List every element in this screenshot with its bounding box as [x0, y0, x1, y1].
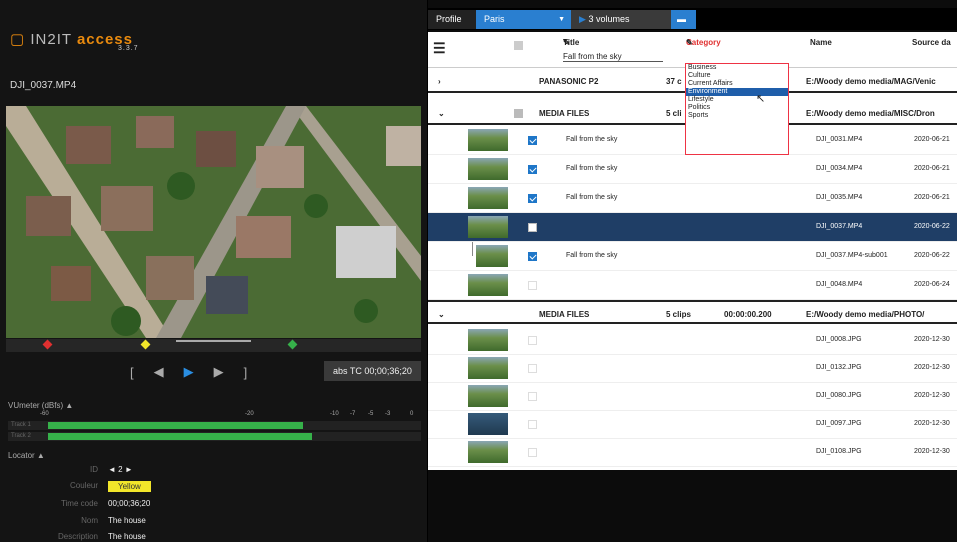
locator-id-row: ID ◄ 2 ►	[90, 465, 133, 474]
category-option[interactable]: Current Affairs	[686, 80, 788, 88]
category-option[interactable]: Business	[686, 64, 788, 72]
group-checkbox[interactable]	[514, 109, 523, 118]
mark-in-button[interactable]: [	[130, 365, 134, 380]
profile-toolbar: Profile Paris ▼ ▶ 3 volumes ▬	[428, 8, 957, 30]
table-row[interactable]: DJI_0080.JPG 2020-12-30	[428, 382, 957, 411]
chevron-down-icon: ▼	[558, 16, 565, 23]
play-button[interactable]: ▶	[184, 364, 194, 380]
video-frame	[6, 106, 421, 338]
locator-timecode-field[interactable]: 00;00;36;20	[108, 499, 150, 508]
locator-description-row: Description The house	[57, 532, 146, 541]
app-logo: ▢ IN2IT access 3.3.7	[10, 31, 139, 52]
table-row[interactable]: DJI_0132.JPG 2020-12-30	[428, 354, 957, 383]
chevron-down-icon[interactable]: ⌄	[438, 109, 445, 118]
menu-icon[interactable]: ☰	[433, 40, 446, 57]
photo-thumbnail	[468, 413, 508, 435]
player-panel: ▢ IN2IT access 3.3.7 DJI_0037.MP4 [◀ ▶ …	[0, 0, 428, 542]
row-checkbox[interactable]	[528, 448, 537, 457]
playhead-range	[176, 340, 251, 342]
category-option-highlighted[interactable]: Environment	[686, 88, 788, 96]
photo-thumbnail	[468, 385, 508, 407]
vumeter-level-bar	[48, 422, 303, 429]
category-option[interactable]: Sports	[686, 112, 788, 120]
clip-thumbnail	[468, 158, 508, 180]
profile-select[interactable]: Paris ▼	[476, 10, 571, 29]
folder-icon[interactable]: ▬	[671, 10, 696, 29]
group-row-photo[interactable]: ⌄ MEDIA FILES 5 clips 00:00:00.200 E:/Wo…	[428, 300, 957, 324]
timecode-display: abs TC 00;00;36;20	[324, 361, 421, 381]
locator-name-field[interactable]: The house	[108, 516, 146, 525]
locator-marker-green[interactable]	[287, 339, 298, 350]
locator-marker-red[interactable]	[42, 339, 53, 350]
category-option[interactable]: Culture	[686, 72, 788, 80]
table-row[interactable]: DJI_0048.MP4 2020-06-24	[428, 271, 957, 300]
prev-frame-button[interactable]: ◀	[154, 364, 164, 380]
table-row[interactable]: DJI_0008.JPG 2020-12-30	[428, 326, 957, 355]
vumeter-title[interactable]: VUmeter (dBfs) ▲	[8, 401, 73, 410]
locator-name-row: Nom The house	[81, 516, 146, 525]
pencil-icon: ✎	[686, 38, 693, 47]
table-row[interactable]: Fall from the sky DJI_0034.MP4 2020-06-2…	[428, 155, 957, 184]
mark-out-button[interactable]: ]	[244, 365, 248, 380]
clip-thumbnail	[476, 245, 508, 267]
column-source-date[interactable]: Source da	[912, 38, 951, 47]
table-row[interactable]: DJI_0108.JPG 2020-12-30	[428, 438, 957, 467]
vumeter-track-2: Track 2	[8, 432, 421, 441]
row-checkbox[interactable]	[528, 336, 537, 345]
table-row-selected[interactable]: DJI_0037.MP4 2020-06-22	[428, 213, 957, 242]
locator-title[interactable]: Locator ▲	[8, 451, 45, 460]
row-checkbox[interactable]	[528, 392, 537, 401]
photo-thumbnail	[468, 329, 508, 351]
pencil-icon: ✎	[563, 38, 570, 47]
photo-thumbnail	[468, 441, 508, 463]
row-checkbox[interactable]	[528, 420, 537, 429]
row-checkbox[interactable]	[528, 165, 537, 174]
locator-marker-yellow[interactable]	[140, 339, 151, 350]
clip-title: DJI_0037.MP4	[10, 80, 77, 91]
media-table: ☰ Title ✎ Fall from the sky Category ✎ N…	[428, 32, 957, 470]
locator-color-select[interactable]: Yellow	[108, 481, 151, 492]
row-checkbox[interactable]	[528, 281, 537, 290]
next-frame-button[interactable]: ▶	[214, 364, 224, 380]
table-row[interactable]: DJI_0097.JPG 2020-12-30	[428, 410, 957, 439]
clip-thumbnail	[468, 274, 508, 296]
timeline-scrubber[interactable]	[6, 339, 421, 352]
mouse-cursor-icon: ↖	[756, 93, 766, 105]
browser-panel: Profile Paris ▼ ▶ 3 volumes ▬ ☰ Title ✎ …	[428, 0, 957, 542]
locator-color-row: Couleur Yellow	[0, 481, 428, 495]
row-checkbox[interactable]	[528, 223, 537, 232]
row-checkbox[interactable]	[528, 136, 537, 145]
transport-controls: [ ◀ ▶ ▶ ]	[130, 364, 247, 380]
category-option[interactable]: Lifestyle	[686, 96, 788, 104]
photo-thumbnail	[468, 357, 508, 379]
select-all-checkbox[interactable]	[514, 41, 523, 50]
locator-id-stepper[interactable]: ◄ 2 ►	[108, 465, 133, 474]
locator-timecode-row: Time code 00;00;36;20	[60, 499, 151, 508]
clip-thumbnail	[468, 187, 508, 209]
chevron-right-icon[interactable]: ›	[438, 77, 441, 86]
triangle-right-icon: ▶	[579, 14, 586, 24]
category-dropdown[interactable]: Business Culture Current Affairs Environ…	[685, 63, 789, 155]
table-row[interactable]: Fall from the sky DJI_0037.MP4-sub001 20…	[428, 242, 957, 271]
table-row[interactable]: Fall from the sky DJI_0035.MP4 2020-06-2…	[428, 184, 957, 213]
app-version: 3.3.7	[118, 45, 139, 52]
vumeter-track-1: Track 1	[8, 421, 421, 430]
chevron-down-icon[interactable]: ⌄	[438, 310, 445, 319]
row-checkbox[interactable]	[528, 194, 537, 203]
row-checkbox[interactable]	[528, 364, 537, 373]
clip-thumbnail	[468, 129, 508, 151]
vumeter-level-bar	[48, 433, 312, 440]
column-name[interactable]: Name	[810, 38, 832, 47]
vumeter-scale: -60 -20 -10 -7 -5 -3 0	[40, 411, 414, 417]
profile-label: Profile	[428, 10, 476, 29]
category-option[interactable]: Politics	[686, 104, 788, 112]
volumes-button[interactable]: ▶ 3 volumes	[571, 10, 671, 29]
row-checkbox[interactable]	[528, 252, 537, 261]
video-viewer[interactable]	[6, 106, 421, 338]
title-filter-input[interactable]: Fall from the sky	[563, 52, 663, 62]
subclip-connector	[472, 242, 473, 256]
locator-description-field[interactable]: The house	[108, 532, 146, 541]
clip-thumbnail	[468, 216, 508, 238]
